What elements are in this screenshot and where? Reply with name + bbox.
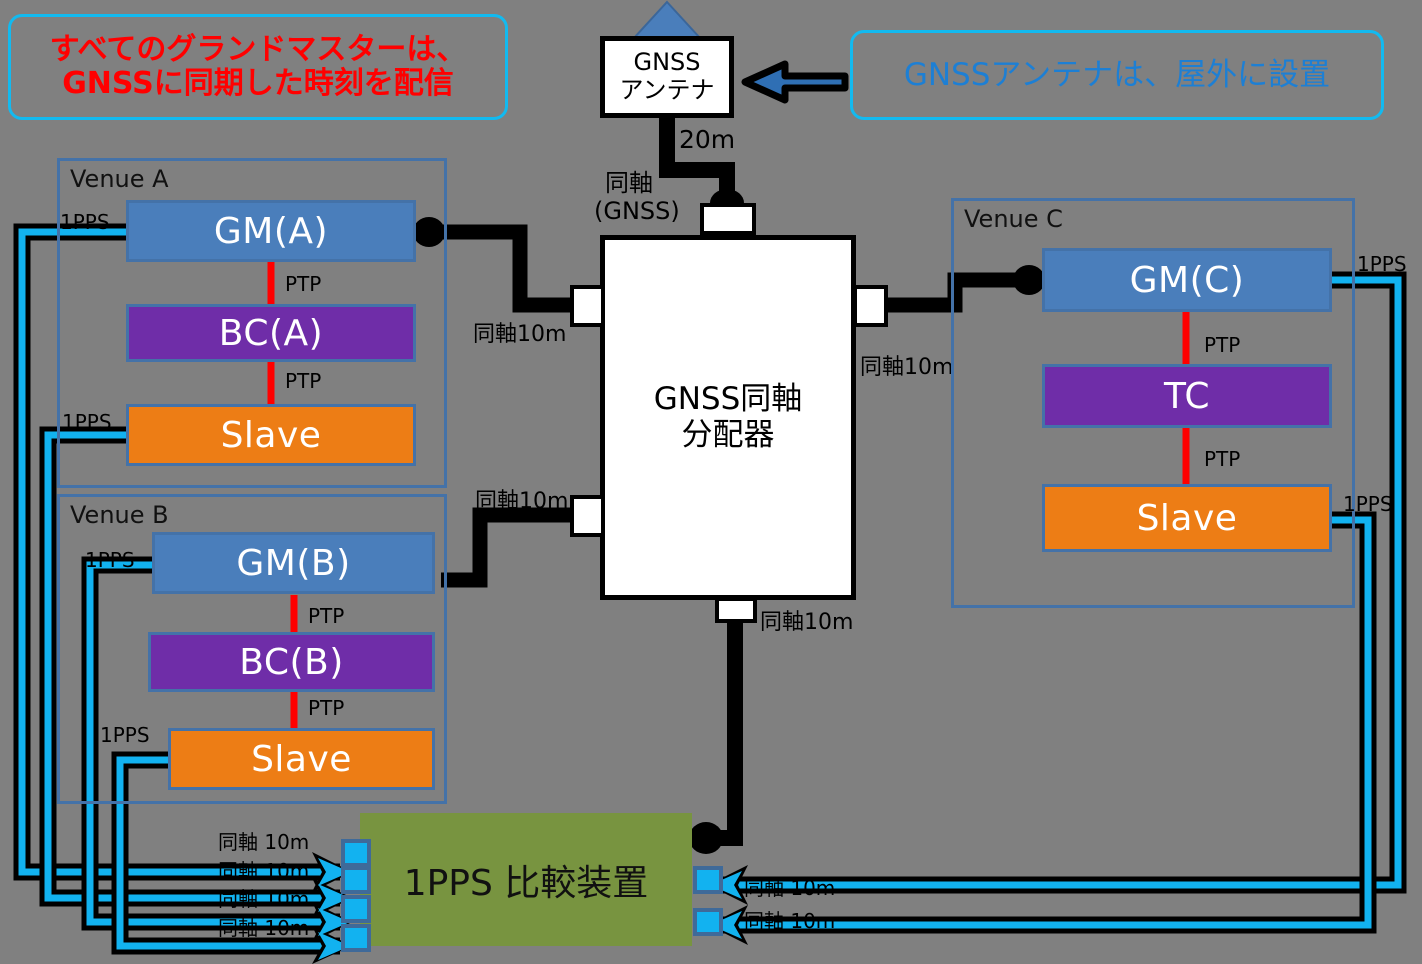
device-tc-c[interactable]: TC bbox=[1042, 364, 1332, 428]
comparator-left-label-2: 同軸 10m bbox=[218, 859, 310, 883]
comparator-box[interactable]: 1PPS 比較装置 bbox=[360, 813, 692, 946]
comparator-input-port-5[interactable] bbox=[693, 866, 723, 894]
device-gm-b-label: GM(B) bbox=[236, 542, 351, 584]
ptp-label-c1: PTP bbox=[1204, 333, 1241, 357]
comparator-input-port-6[interactable] bbox=[693, 908, 723, 936]
pps-label-a2: 1PPS bbox=[62, 410, 112, 434]
venue-a-label: Venue A bbox=[70, 165, 169, 193]
pps-label-c1: 1PPS bbox=[1357, 252, 1407, 276]
comparator-left-label-4: 同軸 10m bbox=[218, 916, 310, 940]
venue-c-label: Venue C bbox=[964, 205, 1063, 233]
device-gm-a[interactable]: GM(A) bbox=[126, 200, 416, 262]
device-gm-a-label: GM(A) bbox=[213, 210, 329, 252]
device-tc-c-label: TC bbox=[1163, 375, 1211, 417]
splitter-port-left-bottom bbox=[570, 495, 605, 537]
ptp-label-a1: PTP bbox=[285, 272, 322, 296]
device-gm-c-label: GM(C) bbox=[1129, 259, 1245, 301]
gnss-splitter-line2: 分配器 bbox=[681, 416, 775, 453]
device-bc-b-label: BC(B) bbox=[239, 641, 344, 683]
gnss-antenna-line1: GNSS bbox=[633, 48, 701, 77]
gnss-antenna-line2: アンテナ bbox=[619, 76, 715, 104]
device-slave-b[interactable]: Slave bbox=[168, 728, 435, 790]
coax-label-left-bottom: 同軸10m bbox=[475, 489, 569, 514]
antenna-coax-label-line1: 同軸 bbox=[605, 169, 653, 197]
pps-label-b1: 1PPS bbox=[85, 548, 135, 572]
callout-grandmaster-note: すべてのグランドマスターは、 GNSSに同期した時刻を配信 bbox=[8, 14, 508, 120]
comparator-left-label-3: 同軸 10m bbox=[218, 887, 310, 911]
device-slave-a[interactable]: Slave bbox=[126, 404, 416, 466]
device-gm-b[interactable]: GM(B) bbox=[152, 532, 435, 594]
coax-label-bottom: 同軸10m bbox=[760, 610, 854, 635]
comparator-input-port-1[interactable] bbox=[341, 839, 371, 867]
comparator-input-port-3[interactable] bbox=[341, 895, 371, 923]
ptp-label-b1: PTP bbox=[308, 604, 345, 628]
splitter-port-top bbox=[700, 203, 756, 235]
pps-label-a1: 1PPS bbox=[60, 210, 110, 234]
splitter-port-left-top bbox=[570, 285, 605, 327]
device-slave-c[interactable]: Slave bbox=[1042, 484, 1332, 552]
ptp-label-c2: PTP bbox=[1204, 447, 1241, 471]
device-slave-c-label: Slave bbox=[1136, 497, 1238, 539]
comparator-left-label-1: 同軸 10m bbox=[218, 830, 310, 854]
comparator-input-port-4[interactable] bbox=[341, 924, 371, 952]
venue-b-label: Venue B bbox=[70, 501, 169, 529]
gnss-antenna-box: GNSS アンテナ bbox=[600, 36, 734, 118]
device-slave-b-label: Slave bbox=[251, 738, 352, 780]
comparator-right-label-2: 同軸 10m bbox=[744, 909, 836, 933]
ptp-label-a2: PTP bbox=[285, 369, 322, 393]
ptp-label-b2: PTP bbox=[308, 696, 345, 720]
device-slave-a-label: Slave bbox=[220, 414, 322, 456]
callout-grandmaster-line1: すべてのグランドマスターは、 bbox=[49, 32, 467, 68]
splitter-port-bottom bbox=[715, 597, 757, 623]
device-bc-a-label: BC(A) bbox=[218, 312, 324, 354]
comparator-right-label-1: 同軸 10m bbox=[744, 876, 836, 900]
pps-label-c2: 1PPS bbox=[1343, 492, 1393, 516]
gnss-splitter-line1: GNSS同軸 bbox=[653, 380, 803, 417]
coax-label-left-top: 同軸10m bbox=[473, 322, 567, 347]
comparator-title: 1PPS 比較装置 bbox=[403, 862, 649, 904]
device-bc-b[interactable]: BC(B) bbox=[148, 632, 435, 692]
callout-antenna-text: GNSSアンテナは、屋外に設置 bbox=[903, 56, 1331, 93]
splitter-port-right bbox=[853, 285, 888, 327]
gnss-splitter-box: GNSS同軸 分配器 bbox=[600, 235, 856, 600]
antenna-coax-label-line2: (GNSS) bbox=[594, 197, 680, 225]
coax-label-right: 同軸10m bbox=[860, 355, 954, 380]
device-gm-c[interactable]: GM(C) bbox=[1042, 248, 1332, 312]
antenna-cable-length-label: 20m bbox=[679, 125, 736, 154]
pps-label-b2: 1PPS bbox=[100, 723, 150, 747]
diagram-canvas: すべてのグランドマスターは、 GNSSに同期した時刻を配信 GNSSアンテナは、… bbox=[0, 0, 1422, 964]
comparator-input-port-2[interactable] bbox=[341, 866, 371, 894]
callout-antenna-note: GNSSアンテナは、屋外に設置 bbox=[850, 30, 1384, 120]
device-bc-a[interactable]: BC(A) bbox=[126, 304, 416, 362]
callout-grandmaster-line2: GNSSに同期した時刻を配信 bbox=[62, 66, 454, 101]
